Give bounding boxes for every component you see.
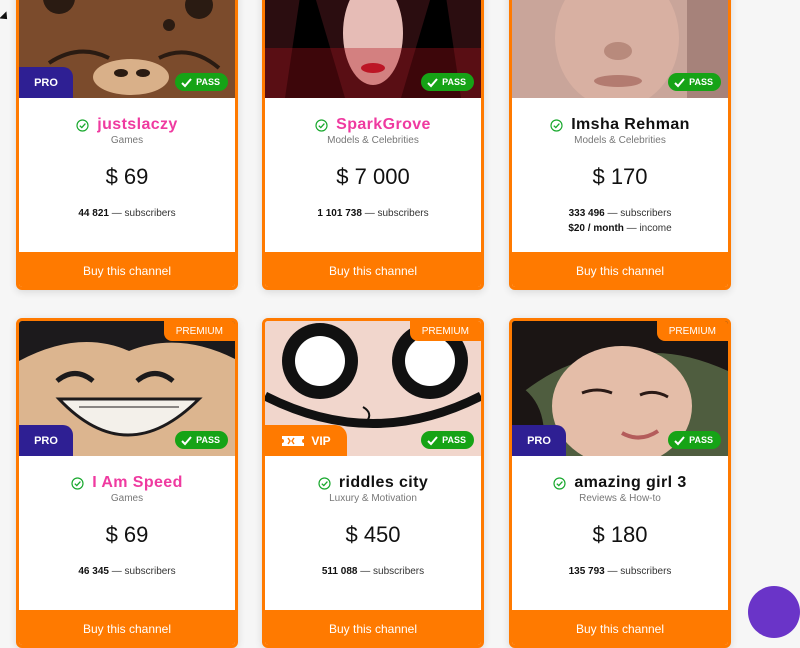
subscribers-label: — subscribers bbox=[364, 208, 429, 219]
pass-label: PASS bbox=[689, 77, 713, 87]
buy-channel-button[interactable]: Buy this channel bbox=[512, 610, 728, 645]
channel-category: Games bbox=[110, 493, 144, 504]
channel-name[interactable]: riddles city bbox=[339, 474, 428, 492]
verified-check-icon bbox=[318, 476, 331, 490]
channel-name[interactable]: SparkGrove bbox=[336, 116, 431, 134]
premium-badge: PREMIUM bbox=[656, 321, 728, 341]
channel-card[interactable]: PASS Imsha Rehman Models & Celebrities $… bbox=[509, 0, 731, 290]
channel-price: $ 180 bbox=[592, 522, 648, 547]
pass-label: PASS bbox=[689, 435, 713, 445]
subscribers-count: 1 101 738 — subscribers bbox=[265, 208, 481, 219]
subscribers-label: — subscribers bbox=[607, 566, 672, 577]
pro-badge: PRO bbox=[19, 425, 73, 456]
channel-price: $ 69 bbox=[105, 522, 149, 547]
channel-price: $ 170 bbox=[592, 164, 648, 189]
vip-badge: VIP bbox=[265, 425, 347, 456]
channel-thumbnail[interactable]: PASS bbox=[265, 0, 481, 98]
channel-info: Imsha Rehman Models & Celebrities $ 170 … bbox=[512, 98, 728, 258]
channel-price: $ 450 bbox=[345, 522, 401, 547]
subscribers-value: 46 345 bbox=[78, 566, 109, 577]
pass-badge: PASS bbox=[175, 73, 228, 91]
channel-card[interactable]: PREMIUM PRO PASS I Am Speed Games $ 69 4… bbox=[16, 318, 238, 648]
channel-price: $ 69 bbox=[105, 164, 149, 189]
subscribers-value: 1 101 738 bbox=[317, 208, 362, 219]
premium-badge: PREMIUM bbox=[409, 321, 481, 341]
mouse-cursor-icon bbox=[0, 11, 11, 23]
channel-price: $ 7 000 bbox=[336, 164, 410, 189]
buy-channel-button[interactable]: Buy this channel bbox=[265, 610, 481, 645]
income-info: $20 / month — income bbox=[512, 223, 728, 234]
check-icon bbox=[427, 77, 438, 87]
channel-category: Games bbox=[110, 135, 144, 146]
chat-launcher-button[interactable] bbox=[748, 586, 800, 638]
verified-check-icon bbox=[550, 118, 563, 132]
verified-check-icon bbox=[315, 118, 328, 132]
subscribers-value: 135 793 bbox=[568, 566, 605, 577]
channel-info: justslaczy Games $ 69 44 821 — subscribe… bbox=[19, 98, 235, 258]
channel-thumbnail[interactable]: PRO PASS bbox=[19, 0, 235, 98]
pass-badge: PASS bbox=[421, 73, 474, 91]
pro-badge: PRO bbox=[19, 67, 73, 98]
channel-info: riddles city Luxury & Motivation $ 450 5… bbox=[265, 456, 481, 616]
check-icon bbox=[674, 77, 685, 87]
channel-name[interactable]: amazing girl 3 bbox=[574, 474, 686, 492]
channel-category: Reviews & How-to bbox=[579, 493, 661, 504]
buy-channel-button[interactable]: Buy this channel bbox=[512, 252, 728, 287]
check-icon bbox=[181, 77, 192, 87]
buy-channel-button[interactable]: Buy this channel bbox=[19, 610, 235, 645]
channel-category: Luxury & Motivation bbox=[329, 493, 417, 504]
pass-badge: PASS bbox=[668, 73, 721, 91]
channel-card[interactable]: PASS SparkGrove Models & Celebrities $ 7… bbox=[262, 0, 484, 290]
channel-name[interactable]: Imsha Rehman bbox=[571, 116, 690, 134]
channel-card[interactable]: PREMIUM PRO PASS amazing girl 3 Reviews … bbox=[509, 318, 731, 648]
subscribers-count: 511 088 — subscribers bbox=[265, 566, 481, 577]
subscribers-value: 44 821 bbox=[78, 208, 109, 219]
subscribers-value: 511 088 bbox=[321, 566, 358, 577]
subscribers-count: 333 496 — subscribers bbox=[512, 208, 728, 219]
channel-info: SparkGrove Models & Celebrities $ 7 000 … bbox=[265, 98, 481, 258]
channel-category: Models & Celebrities bbox=[574, 135, 666, 146]
income-value: $20 / month bbox=[568, 223, 624, 234]
channel-info: I Am Speed Games $ 69 46 345 — subscribe… bbox=[19, 456, 235, 616]
pass-badge: PASS bbox=[668, 431, 721, 449]
pass-badge: PASS bbox=[175, 431, 228, 449]
channel-category: Models & Celebrities bbox=[327, 135, 419, 146]
channel-card[interactable]: PREMIUM VIP PASS riddles city Luxury & M… bbox=[262, 318, 484, 648]
verified-check-icon bbox=[553, 476, 566, 490]
ticket-icon bbox=[282, 435, 305, 446]
channel-name[interactable]: justslaczy bbox=[97, 116, 177, 134]
buy-channel-button[interactable]: Buy this channel bbox=[19, 252, 235, 287]
pass-label: PASS bbox=[442, 435, 466, 445]
channel-card[interactable]: PRO PASS justslaczy Games $ 69 44 821 — … bbox=[16, 0, 238, 290]
subscribers-label: — subscribers bbox=[111, 208, 176, 219]
income-label: — income bbox=[626, 223, 672, 234]
subscribers-count: 135 793 — subscribers bbox=[512, 566, 728, 577]
channel-info: amazing girl 3 Reviews & How-to $ 180 13… bbox=[512, 456, 728, 616]
channel-thumbnail[interactable]: PREMIUM VIP PASS bbox=[265, 321, 481, 456]
subscribers-count: 46 345 — subscribers bbox=[19, 566, 235, 577]
pass-label: PASS bbox=[196, 77, 220, 87]
premium-badge: PREMIUM bbox=[163, 321, 235, 341]
pass-badge: PASS bbox=[421, 431, 474, 449]
check-icon bbox=[427, 435, 438, 445]
pass-label: PASS bbox=[442, 77, 466, 87]
check-icon bbox=[181, 435, 192, 445]
buy-channel-button[interactable]: Buy this channel bbox=[265, 252, 481, 287]
verified-check-icon bbox=[76, 118, 89, 132]
pass-label: PASS bbox=[196, 435, 220, 445]
channel-name[interactable]: I Am Speed bbox=[92, 474, 183, 492]
channel-thumbnail[interactable]: PREMIUM PRO PASS bbox=[19, 321, 235, 456]
vip-label: VIP bbox=[311, 433, 331, 448]
subscribers-count: 44 821 — subscribers bbox=[19, 208, 235, 219]
verified-check-icon bbox=[71, 476, 84, 490]
channel-thumbnail[interactable]: PASS bbox=[512, 0, 728, 98]
subscribers-value: 333 496 bbox=[568, 208, 605, 219]
subscribers-label: — subscribers bbox=[360, 566, 425, 577]
channel-thumbnail[interactable]: PREMIUM PRO PASS bbox=[512, 321, 728, 456]
subscribers-label: — subscribers bbox=[111, 566, 176, 577]
subscribers-label: — subscribers bbox=[607, 208, 672, 219]
pro-badge: PRO bbox=[512, 425, 566, 456]
check-icon bbox=[674, 435, 685, 445]
